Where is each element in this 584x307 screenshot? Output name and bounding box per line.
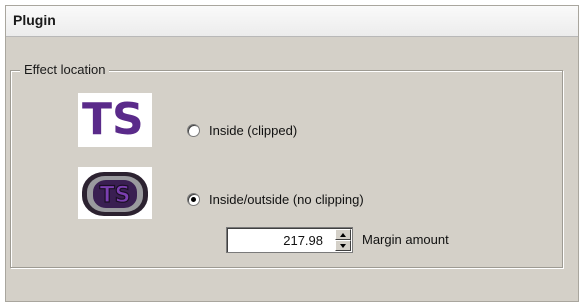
radio-inside-clipped[interactable]: Inside (clipped) [187, 121, 297, 139]
spin-up-button[interactable] [335, 229, 351, 240]
margin-spin-buttons[interactable] [335, 229, 351, 251]
margin-amount-input[interactable] [229, 230, 331, 250]
ts-outlined-text: TS [100, 183, 131, 208]
radio-label-inside-outside[interactable]: Inside/outside (no clipping) [209, 192, 364, 207]
chevron-down-icon [340, 244, 346, 248]
ts-outlined-purple-icon: TS [78, 167, 152, 219]
chevron-up-icon [340, 233, 346, 237]
spin-down-button[interactable] [335, 240, 351, 251]
margin-amount-label: Margin amount [362, 232, 449, 247]
ts-flat-purple-icon: TS [78, 93, 152, 147]
radio-inside-outside[interactable]: Inside/outside (no clipping) [187, 190, 364, 208]
ts-flat-text: TS [82, 94, 144, 145]
radio-button-inside-clipped[interactable] [187, 123, 200, 137]
title-bar: Plugin [6, 6, 578, 37]
window-title: Plugin [13, 12, 56, 28]
effect-location-label: Effect location [20, 62, 110, 77]
radio-button-inside-outside[interactable] [187, 192, 200, 206]
margin-amount-spinbox[interactable] [226, 227, 353, 253]
radio-label-inside-clipped[interactable]: Inside (clipped) [209, 123, 297, 138]
